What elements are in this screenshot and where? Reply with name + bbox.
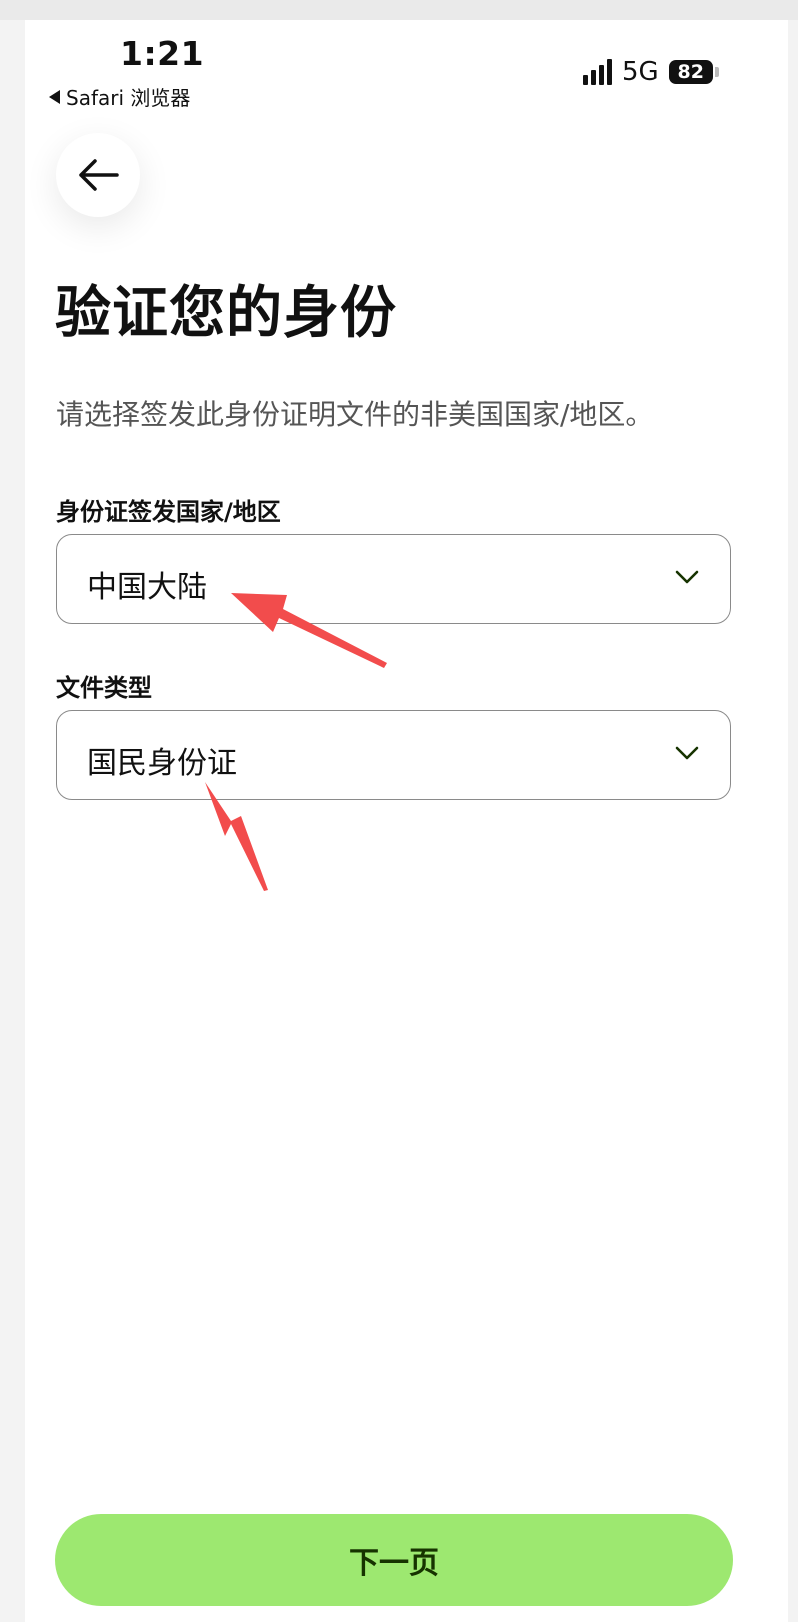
page-title: 验证您的身份 (55, 281, 397, 346)
back-to-safari[interactable]: Safari 浏览器 (49, 82, 190, 111)
battery-icon: 82 (668, 60, 719, 84)
battery-level: 82 (668, 60, 713, 84)
phone-screen: 1:21 Safari 浏览器 5G 82 验证您的身份 请选择签发此身份证明文… (25, 20, 788, 1622)
signal-icon (583, 59, 612, 85)
status-time: 1:21 (120, 34, 205, 73)
top-strip (0, 0, 798, 20)
back-triangle-icon (49, 89, 60, 104)
country-select[interactable]: 中国大陆 (56, 534, 731, 624)
document-type-select[interactable]: 国民身份证 (56, 710, 731, 800)
page-subtitle: 请选择签发此身份证明文件的非美国国家/地区。 (56, 398, 654, 431)
country-label: 身份证签发国家/地区 (56, 498, 281, 526)
chevron-down-icon (675, 570, 699, 584)
country-value: 中国大陆 (87, 570, 207, 605)
document-type-value: 国民身份证 (87, 746, 237, 781)
next-page-button[interactable]: 下一页 (55, 1514, 733, 1606)
arrow-left-icon (79, 159, 119, 191)
back-app-label: Safari 浏览器 (66, 86, 191, 110)
back-button[interactable] (56, 133, 140, 217)
network-type: 5G (622, 57, 659, 87)
chevron-down-icon (675, 746, 699, 760)
status-indicators: 5G 82 (583, 56, 719, 88)
document-type-label: 文件类型 (56, 674, 152, 702)
